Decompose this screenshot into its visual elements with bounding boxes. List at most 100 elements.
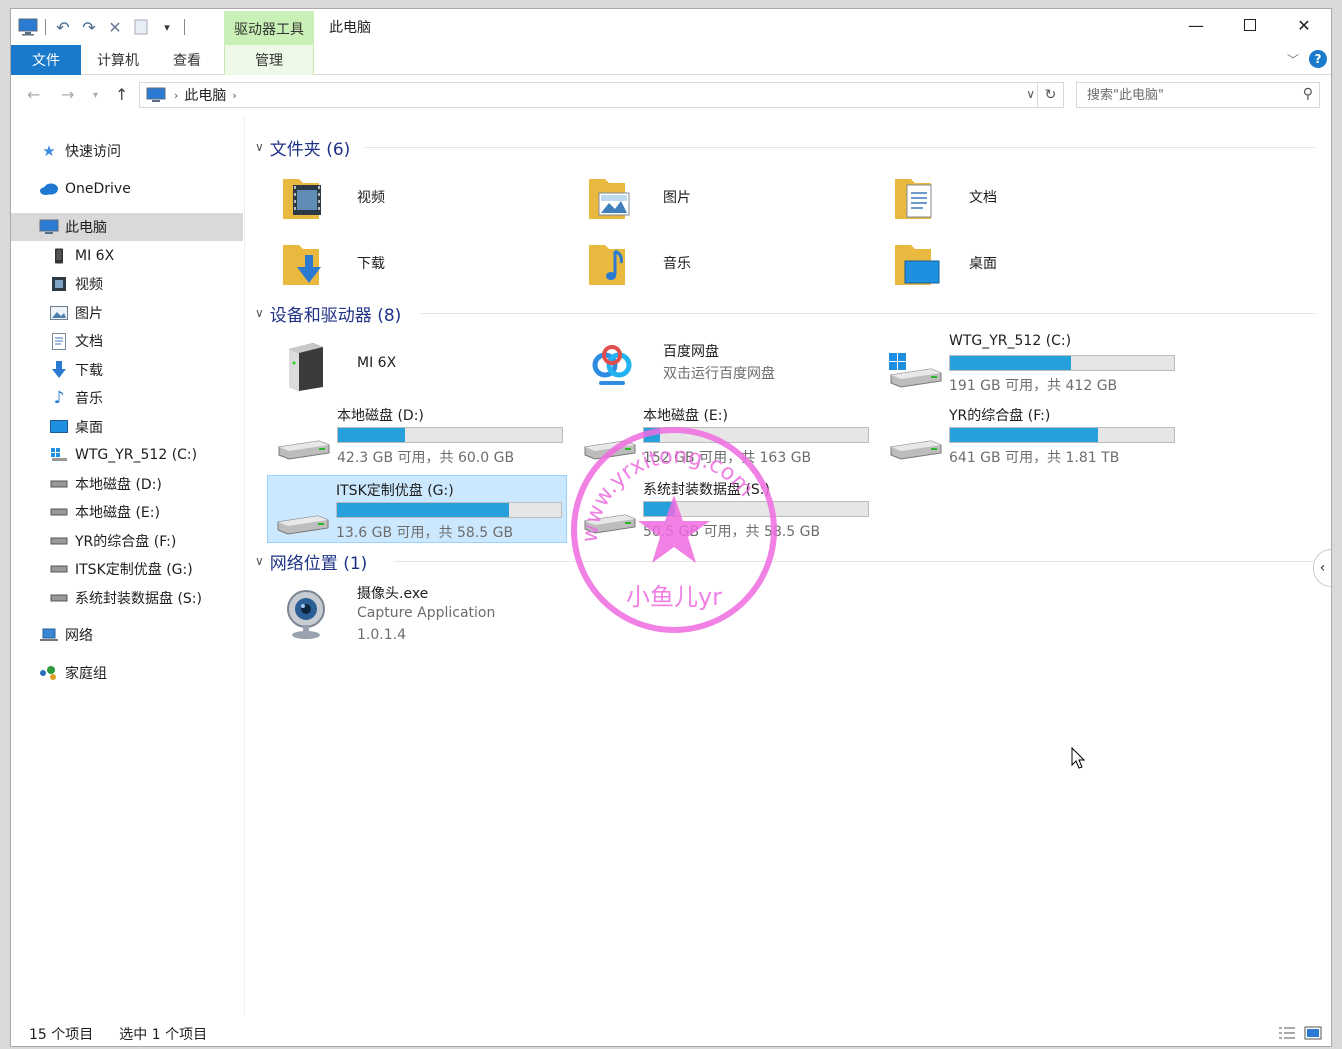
drive-f[interactable]: YR的综合盘 (F:) 641 GB 可用，共 1.81 TB <box>881 401 1181 469</box>
window-title: 此电脑 <box>329 20 371 36</box>
sidebar-item-drive-s[interactable]: 系统封装数据盘 (S:) <box>11 584 243 612</box>
tab-manage[interactable]: 管理 <box>224 45 314 75</box>
search-input[interactable] <box>1087 84 1287 106</box>
large-icons-view-icon[interactable] <box>1303 1025 1323 1045</box>
drive-g[interactable]: ITSK定制优盘 (G:) 13.6 GB 可用，共 58.5 GB <box>267 475 567 543</box>
sidebar-item-drive-e[interactable]: 本地磁盘 (E:) <box>11 498 243 526</box>
back-arrow-icon[interactable]: ← <box>27 85 40 104</box>
sidebar-item-label: OneDrive <box>65 181 131 197</box>
sidebar-item-quick-access[interactable]: ★ 快速访问 <box>11 137 243 165</box>
sidebar-item-onedrive[interactable]: OneDrive <box>11 175 243 203</box>
sidebar-item-drive-g[interactable]: ITSK定制优盘 (G:) <box>11 555 243 583</box>
sidebar-item-pictures[interactable]: 图片 <box>11 299 243 327</box>
drive-usage-bar <box>949 427 1175 443</box>
drive-usage-fill <box>337 503 510 517</box>
tab-file[interactable]: 文件 <box>11 45 81 75</box>
folder-music[interactable]: 音乐 <box>575 231 875 295</box>
windows-drive-icon <box>49 446 69 464</box>
network-item-camera[interactable]: 摄像头.exe Capture Application 1.0.1.4 <box>269 579 569 649</box>
drive-s[interactable]: 系统封装数据盘 (S:) 50.5 GB 可用，共 58.5 GB <box>575 475 875 543</box>
sidebar-item-desktop[interactable]: 桌面 <box>11 413 243 441</box>
chevron-down-icon[interactable]: ∨ <box>255 554 264 568</box>
folder-label: 下载 <box>357 256 385 272</box>
sidebar-item-drive-f[interactable]: YR的综合盘 (F:) <box>11 527 243 555</box>
sidebar-item-label: 音乐 <box>75 391 103 407</box>
refresh-icon[interactable]: ↻ <box>1037 83 1063 107</box>
separator <box>45 19 46 35</box>
folder-videos[interactable]: 视频 <box>269 165 569 229</box>
folder-pictures[interactable]: 图片 <box>575 165 875 229</box>
breadcrumb-chevron-icon[interactable]: › <box>174 89 178 102</box>
chevron-down-icon[interactable]: ∨ <box>255 306 264 320</box>
drive-free-space: 191 GB 可用，共 412 GB <box>949 378 1118 394</box>
sidebar-item-documents[interactable]: 文档 <box>11 327 243 355</box>
chevron-down-icon[interactable]: ∨ <box>255 140 264 154</box>
expand-ribbon-icon[interactable]: ﹀ <box>1287 51 1299 68</box>
folders-group-header[interactable]: ∨ 文件夹 (6) <box>255 135 1315 160</box>
sidebar-item-label: 家庭组 <box>65 666 107 682</box>
folder-downloads[interactable]: 下载 <box>269 231 569 295</box>
minimize-button[interactable]: — <box>1169 9 1223 41</box>
drive-usage-fill <box>950 356 1071 370</box>
customize-qat-icon[interactable]: ▾ <box>156 16 178 38</box>
search-icon[interactable]: ⚲ <box>1303 86 1313 102</box>
sidebar-item-drive-c[interactable]: WTG_YR_512 (C:) <box>11 441 243 469</box>
drive-icon <box>49 532 69 550</box>
folder-desktop[interactable]: 桌面 <box>881 231 1181 295</box>
delete-icon[interactable]: ✕ <box>104 16 126 38</box>
recent-locations-icon[interactable]: ▾ <box>93 90 98 101</box>
desktop-folder-icon <box>895 245 940 285</box>
breadcrumb-chevron-icon[interactable]: › <box>232 89 236 102</box>
search-box: ⚲ <box>1076 82 1320 108</box>
drive-label: 本地磁盘 (D:) <box>337 408 424 424</box>
sidebar-item-this-pc[interactable]: 此电脑 <box>11 213 243 241</box>
video-icon <box>49 275 69 293</box>
baidu-netdisk-icon <box>587 341 637 391</box>
title-bar: ↶ ↷ ✕ ▾ 驱动器工具 此电脑 — ✕ <box>11 9 1331 45</box>
device-mi6x[interactable]: MI 6X <box>269 333 569 397</box>
sidebar-item-homegroup[interactable]: 家庭组 <box>11 659 243 687</box>
up-arrow-icon[interactable]: ↑ <box>115 85 128 104</box>
separator <box>184 19 185 35</box>
drive-d[interactable]: 本地磁盘 (D:) 42.3 GB 可用，共 60.0 GB <box>269 401 569 469</box>
drive-label: WTG_YR_512 (C:) <box>949 333 1072 349</box>
sidebar-item-videos[interactable]: 视频 <box>11 270 243 298</box>
tab-computer[interactable]: 计算机 <box>83 45 153 75</box>
folder-documents[interactable]: 文档 <box>881 165 1181 229</box>
group-divider <box>420 313 1315 314</box>
undo-icon[interactable]: ↶ <box>52 16 74 38</box>
help-icon[interactable]: ? <box>1309 50 1327 68</box>
computer-icon <box>39 218 59 236</box>
properties-icon[interactable] <box>130 16 152 38</box>
drive-c[interactable]: WTG_YR_512 (C:) 191 GB 可用，共 412 GB <box>881 329 1181 397</box>
sidebar-item-label: YR的综合盘 (F:) <box>75 534 177 550</box>
drive-e[interactable]: 本地磁盘 (E:) 152 GB 可用，共 163 GB <box>575 401 875 469</box>
sidebar-item-drive-d[interactable]: 本地磁盘 (D:) <box>11 470 243 498</box>
breadcrumb[interactable]: 此电脑 <box>184 85 226 105</box>
details-view-icon[interactable] <box>1277 1025 1297 1045</box>
sidebar-item-mi6x[interactable]: MI 6X <box>11 242 243 270</box>
address-bar[interactable]: › 此电脑 › ∨ ↻ <box>139 82 1064 108</box>
tab-view[interactable]: 查看 <box>155 45 219 75</box>
close-button[interactable]: ✕ <box>1277 9 1331 41</box>
devices-group-header[interactable]: ∨ 设备和驱动器 (8) <box>255 301 1315 326</box>
network-item-description: Capture Application <box>357 605 496 621</box>
sidebar-item-network[interactable]: 网络 <box>11 621 243 649</box>
sidebar-item-music[interactable]: ♪ 音乐 <box>11 384 243 412</box>
sidebar-item-downloads[interactable]: 下载 <box>11 356 243 384</box>
maximize-button[interactable] <box>1223 9 1277 41</box>
drive-label: 系统封装数据盘 (S:) <box>643 482 770 498</box>
picture-icon <box>49 304 69 322</box>
forward-arrow-icon[interactable]: → <box>61 85 74 104</box>
redo-icon[interactable]: ↷ <box>78 16 100 38</box>
chevron-left-icon[interactable]: ‹ <box>1313 549 1331 587</box>
group-divider <box>365 147 1315 148</box>
device-baidu-netdisk[interactable]: 百度网盘 双击运行百度网盘 <box>575 333 875 397</box>
address-dropdown-icon[interactable]: ∨ <box>1026 87 1035 101</box>
drive-usage-fill <box>644 428 660 442</box>
network-group-header[interactable]: ∨ 网络位置 (1) <box>255 549 1315 574</box>
drive-icon <box>49 560 69 578</box>
status-bar: 15 个项目 选中 1 个项目 <box>11 1021 1331 1046</box>
device-subtitle: 双击运行百度网盘 <box>663 366 775 382</box>
music-icon: ♪ <box>53 388 65 408</box>
